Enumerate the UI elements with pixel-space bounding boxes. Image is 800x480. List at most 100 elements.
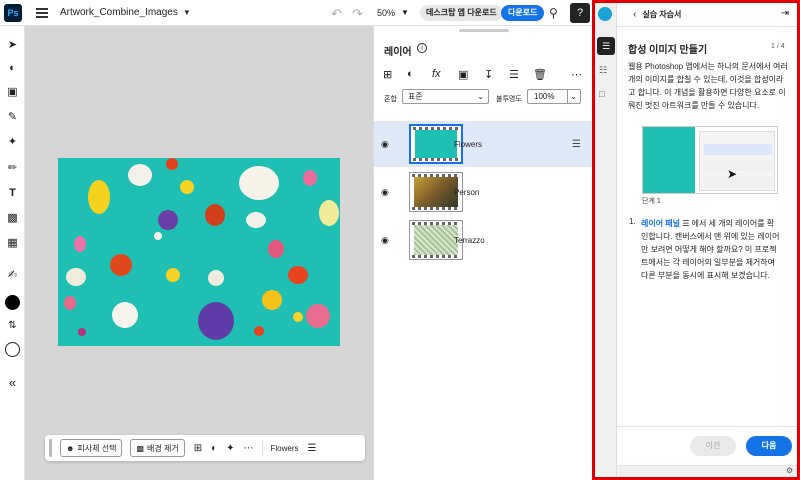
undo-icon[interactable]: ↶: [331, 6, 342, 22]
flower-image: [239, 166, 279, 200]
layer-properties-icon[interactable]: ☰: [308, 443, 317, 454]
flower-image: [64, 296, 76, 310]
comments-nav-icon[interactable]: □: [599, 89, 604, 99]
flower-image: [112, 302, 138, 328]
menu-icon[interactable]: [36, 7, 48, 18]
figure-layer-row: [704, 144, 772, 155]
eyedropper-icon[interactable]: ✍: [3, 266, 22, 285]
artboard-flowers[interactable]: [58, 158, 340, 346]
gear-icon[interactable]: ⚙: [786, 466, 793, 475]
step-counter: 1 / 4: [771, 43, 785, 50]
visibility-eye-icon[interactable]: ◉: [381, 187, 389, 198]
info-icon[interactable]: i: [417, 43, 427, 53]
tutorial-panel: ☰ ☷ □ ‹ 실습 자습서 ⇥ 합성 이미지 만들기 1 / 4 웹용 Pho…: [592, 0, 800, 480]
mask-icon[interactable]: ▣: [458, 68, 468, 81]
select-subject-label: 피사체 선택: [77, 443, 117, 453]
blend-mode-label: 혼합: [384, 96, 397, 103]
opacity-label: 불투명도: [496, 96, 522, 103]
search-icon[interactable]: ⚲: [549, 6, 558, 20]
quick-select-tool-icon[interactable]: ▣: [3, 83, 22, 102]
layers-icon: ☰: [682, 219, 692, 228]
redo-icon[interactable]: ↷: [352, 6, 363, 22]
collapse-toolbar-icon[interactable]: «: [3, 373, 22, 392]
layers-panel-title: 레이어: [384, 47, 412, 58]
remove-background-label: 배경 제거: [147, 443, 179, 453]
visibility-eye-icon[interactable]: ◉: [381, 139, 389, 150]
flower-image: [303, 170, 317, 186]
app-logo[interactable]: Ps: [4, 3, 22, 22]
add-layer-icon[interactable]: ⊞: [383, 68, 392, 81]
delete-icon[interactable]: 🗑: [533, 68, 547, 81]
swap-colors-icon[interactable]: ⇅: [3, 316, 22, 335]
layer-row-person[interactable]: ◉ Person: [374, 169, 593, 215]
chevron-down-icon[interactable]: ▼: [183, 8, 191, 17]
help-icon[interactable]: ?: [570, 3, 590, 23]
layers-panel-link[interactable]: 레이어 패널: [641, 219, 680, 228]
quick-action-icon[interactable]: ✦: [226, 443, 234, 454]
layer-properties-icon[interactable]: ☰: [572, 139, 581, 150]
layer-name: Terrazzo: [454, 235, 485, 245]
chevron-left-icon[interactable]: ‹: [633, 9, 636, 20]
zoom-chevron-icon[interactable]: ▼: [401, 8, 409, 17]
more-icon[interactable]: ⋯: [244, 443, 254, 454]
adjustment-icon[interactable]: ◐: [211, 443, 217, 454]
layer-name: Flowers: [454, 139, 483, 149]
layers-nav-icon[interactable]: ☰: [597, 37, 615, 55]
opacity-field[interactable]: 100% ⌄: [527, 89, 581, 104]
visibility-eye-icon[interactable]: ◉: [381, 235, 389, 246]
generate-fill-icon[interactable]: ▦: [3, 234, 22, 253]
background-color-swatch[interactable]: [5, 342, 20, 357]
flower-image: [306, 304, 330, 328]
person-icon: ☻: [66, 443, 75, 453]
add-layer-icon[interactable]: ⊞: [194, 443, 202, 454]
thumbnail-image: [414, 225, 458, 255]
previous-button[interactable]: 이전: [690, 436, 736, 456]
remove-background-button[interactable]: ▩ 배경 제거: [130, 439, 185, 457]
flower-image: [158, 210, 178, 230]
place-image-icon[interactable]: ↧: [484, 68, 493, 81]
flower-image: [78, 328, 86, 336]
download-desktop-app-button[interactable]: 데스크탑 앱 다운로드: [420, 5, 503, 21]
panel-drag-handle[interactable]: [459, 29, 509, 32]
layers-panel: 레이어 i ⊞ ◐ fx ▣ ↧ ☰ 🗑 ⋯ 혼합 표준 ⌄ 불투명도 100%…: [373, 26, 593, 480]
move-tool-icon[interactable]: ➤: [3, 36, 22, 55]
next-button[interactable]: 다음: [746, 436, 792, 456]
flower-image: [246, 212, 266, 228]
brush-tool-icon[interactable]: ✏: [3, 159, 22, 178]
tutorial-header: ‹ 실습 자습서 ⇥: [617, 3, 797, 27]
effects-icon[interactable]: fx: [432, 68, 441, 80]
layer-row-flowers[interactable]: ◉ Flowers ☰: [374, 121, 593, 167]
flower-image: [208, 270, 224, 286]
healing-brush-icon[interactable]: ✎: [3, 108, 22, 127]
opacity-value: 100%: [534, 92, 555, 101]
collapse-panel-icon[interactable]: ⇥: [781, 8, 789, 19]
zoom-level[interactable]: 50%: [377, 8, 395, 18]
select-subject-button[interactable]: ☻ 피사체 선택: [60, 439, 123, 457]
layer-row-terrazzo[interactable]: ◉ Terrazzo: [374, 217, 593, 263]
document-title[interactable]: Artwork_Combine_Images: [60, 7, 178, 18]
canvas-area[interactable]: ☻ 피사체 선택 ▩ 배경 제거 ⊞ ◐ ✦ ⋯ Flowers ☰: [25, 26, 373, 480]
layer-stack-icon[interactable]: ☰: [509, 68, 519, 81]
thumbnail-image: [415, 130, 457, 158]
adjust-tool-icon[interactable]: ◐: [3, 59, 22, 78]
figure-layer-row: [704, 176, 772, 187]
thumbnail-image: [414, 177, 458, 207]
tutorial-sidebar: ☰ ☷ □: [595, 3, 617, 477]
adjustments-nav-icon[interactable]: ☷: [599, 65, 607, 76]
drag-handle[interactable]: [49, 439, 52, 457]
cursor-icon: ➤: [727, 167, 738, 181]
foreground-color-swatch[interactable]: [5, 295, 20, 310]
image-tool-icon[interactable]: ▩: [3, 209, 22, 228]
quick-action-icon[interactable]: ✦: [3, 133, 22, 152]
download-button[interactable]: 다운로드: [501, 5, 545, 21]
list-number: 1.: [629, 217, 636, 226]
flower-image: [262, 290, 282, 310]
more-options-icon[interactable]: ⋯: [571, 68, 582, 81]
chevron-down-icon[interactable]: ⌄: [567, 90, 577, 103]
blend-mode-select[interactable]: 표준 ⌄: [402, 89, 489, 104]
divider: [261, 440, 263, 456]
image-icon: ▩: [136, 443, 145, 453]
adjustment-layer-icon[interactable]: ◐: [407, 68, 414, 80]
text-tool-icon[interactable]: T: [3, 184, 22, 203]
flower-image: [128, 164, 152, 186]
